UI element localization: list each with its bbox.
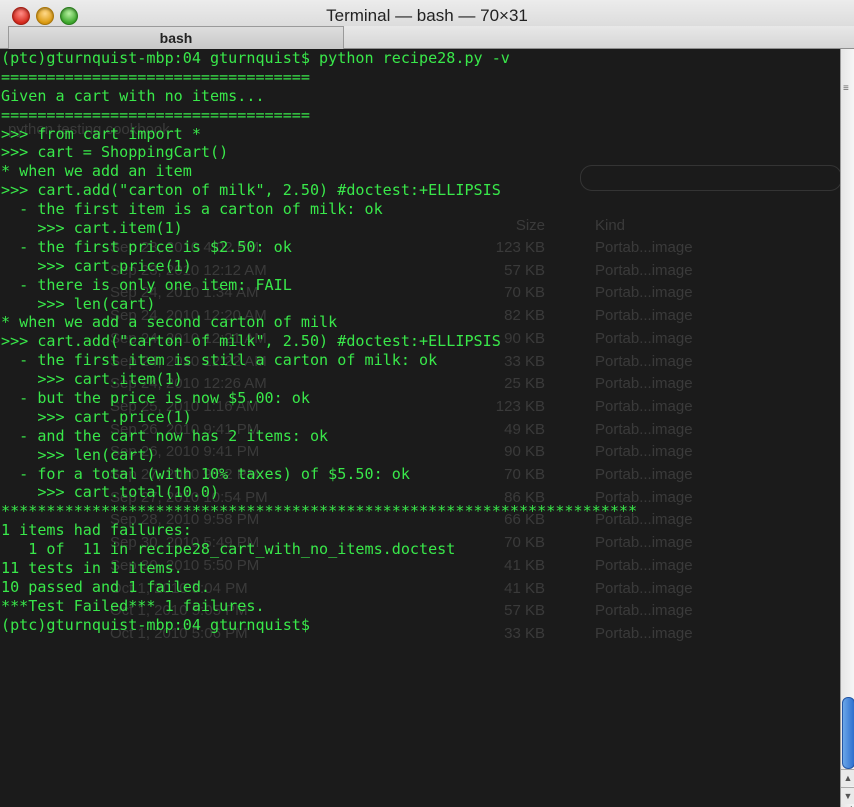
terminal-line: - the first price is $2.50: ok xyxy=(1,237,292,256)
terminal-line: ================================== xyxy=(1,67,310,86)
terminal-line: * when we add a second carton of milk xyxy=(1,313,338,332)
terminal-line: 1 items had failures: xyxy=(1,521,192,540)
terminal-line: >>> cart.item(1) xyxy=(1,219,183,238)
terminal-line: 1 of 11 in recipe28_cart_with_no_items.d… xyxy=(1,540,456,559)
terminal-line: >>> cart.item(1) xyxy=(1,370,183,389)
terminal-line: >>> len(cart) xyxy=(1,445,156,464)
terminal-line: - the first item is still a carton of mi… xyxy=(1,351,438,370)
terminal-line: - but the price is now $5.00: ok xyxy=(1,389,310,408)
title-bar[interactable]: Terminal — bash — 70×31 bash xyxy=(0,0,854,49)
terminal-output[interactable]: (ptc)gturnquist-mbp:04 gturnquist$ pytho… xyxy=(0,49,840,807)
terminal-line: - for a total (with 10% taxes) of $5.50:… xyxy=(1,464,410,483)
terminal-line: >>> cart = ShoppingCart() xyxy=(1,143,229,162)
terminal-line: ****************************************… xyxy=(1,502,638,521)
tab-bash[interactable]: bash xyxy=(8,26,344,49)
terminal-line: (ptc)gturnquist-mbp:04 gturnquist$ pytho… xyxy=(1,49,510,67)
scroll-down-arrow-icon[interactable]: ▼ xyxy=(841,787,854,804)
terminal-line: (ptc)gturnquist-mbp:04 gturnquist$ xyxy=(0,616,840,635)
scroll-thumb[interactable] xyxy=(842,697,854,769)
terminal-line: Given a cart with no items... xyxy=(1,86,265,105)
terminal-line: - there is only one item: FAIL xyxy=(1,275,292,294)
terminal-line: 10 passed and 1 failed. xyxy=(1,577,211,596)
terminal-line: - the first item is a carton of milk: ok xyxy=(1,200,383,219)
terminal-window: python testing cookbook Size Kind Sep 23… xyxy=(0,0,854,807)
terminal-line: >>> len(cart) xyxy=(1,294,156,313)
terminal-line: >>> cart.add("carton of milk", 2.50) #do… xyxy=(1,332,501,351)
terminal-line: ================================== xyxy=(1,105,310,124)
terminal-line: * when we add an item xyxy=(1,162,192,181)
window-title: Terminal — bash — 70×31 xyxy=(326,6,528,25)
vertical-scrollbar[interactable]: ≡ ▲ ▼ ⋰ xyxy=(840,49,854,807)
terminal-line: - and the cart now has 2 items: ok xyxy=(1,426,329,445)
terminal-line: 11 tests in 1 items. xyxy=(1,559,183,578)
terminal-line: >>> cart.price(1) xyxy=(1,407,192,426)
tab-bar-empty xyxy=(343,26,854,48)
scroll-up-arrow-icon[interactable]: ▲ xyxy=(841,769,854,786)
terminal-line: >>> from cart import * xyxy=(1,124,201,143)
terminal-line: ***Test Failed*** 1 failures. xyxy=(1,596,265,615)
toolbar-toggle-icon[interactable]: ≡ xyxy=(843,83,853,94)
terminal-line: >>> cart.price(1) xyxy=(1,256,192,275)
terminal-line: >>> cart.total(10.0) xyxy=(1,483,220,502)
terminal-line: >>> cart.add("carton of milk", 2.50) #do… xyxy=(1,181,501,200)
